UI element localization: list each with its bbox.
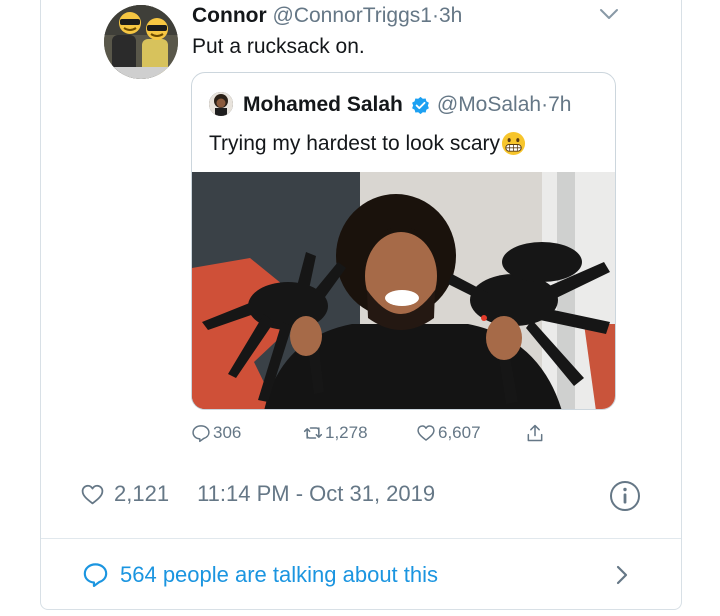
quoted-text-body: Trying my hardest to look scary — [209, 131, 500, 155]
quoted-header: Mohamed Salah @MoSalah · 7h — [243, 93, 571, 117]
retweet-action[interactable]: 1,278 — [303, 423, 368, 443]
info-icon[interactable] — [609, 480, 641, 512]
heart-icon[interactable] — [80, 482, 105, 507]
reply-author-handle[interactable]: @ConnorTriggs1 — [273, 4, 432, 27]
quoted-time[interactable]: 7h — [548, 93, 571, 117]
like-action[interactable]: 6,607 — [416, 423, 481, 443]
reply-count: 306 — [213, 423, 242, 442]
share-action[interactable] — [525, 423, 547, 443]
quoted-actions: 306 1,278 6,607 — [0, 423, 720, 445]
likes-count[interactable]: 2,121 — [114, 481, 169, 507]
retweet-icon — [303, 427, 323, 439]
conversation-text: 564 people are talking about this — [120, 561, 439, 587]
reply-time[interactable]: 3h — [439, 4, 462, 27]
conversation-link[interactable]: 564 people are talking about this — [82, 561, 438, 588]
verified-badge-icon — [411, 96, 429, 114]
avatar[interactable] — [104, 5, 178, 79]
retweet-count: 1,278 — [325, 423, 368, 442]
reply-action[interactable]: 306 — [191, 423, 241, 443]
speech-bubble-icon — [83, 563, 108, 588]
quoted-author-name[interactable]: Mohamed Salah — [243, 93, 403, 117]
reply-icon — [192, 425, 210, 443]
heart-icon — [417, 425, 435, 441]
reply-text: Put a rucksack on. — [192, 35, 365, 58]
chevron-down-icon[interactable] — [598, 6, 620, 22]
reply-header: Connor @ConnorTriggs1·3h — [192, 4, 462, 28]
quoted-author-handle[interactable]: @MoSalah — [437, 93, 541, 117]
quoted-separator: · — [541, 93, 549, 116]
grimacing-face-emoji — [501, 131, 526, 156]
quoted-text: Trying my hardest to look scary — [209, 131, 526, 156]
quoted-tweet[interactable]: Mohamed Salah @MoSalah · 7h Trying my hard… — [191, 72, 616, 410]
tweet-timestamp[interactable]: 11:14 PM - Oct 31, 2019 — [197, 481, 435, 507]
like-count: 6,607 — [438, 423, 481, 442]
tweet-photo[interactable] — [192, 172, 616, 410]
quoted-avatar[interactable] — [209, 92, 233, 116]
share-icon — [527, 424, 543, 442]
divider — [41, 538, 681, 539]
reply-separator: · — [431, 4, 439, 27]
chevron-right-icon[interactable] — [611, 562, 633, 588]
reply-author-name[interactable]: Connor — [192, 4, 267, 27]
tweet-meta: 2,121 11:14 PM - Oct 31, 2019 — [80, 481, 435, 507]
